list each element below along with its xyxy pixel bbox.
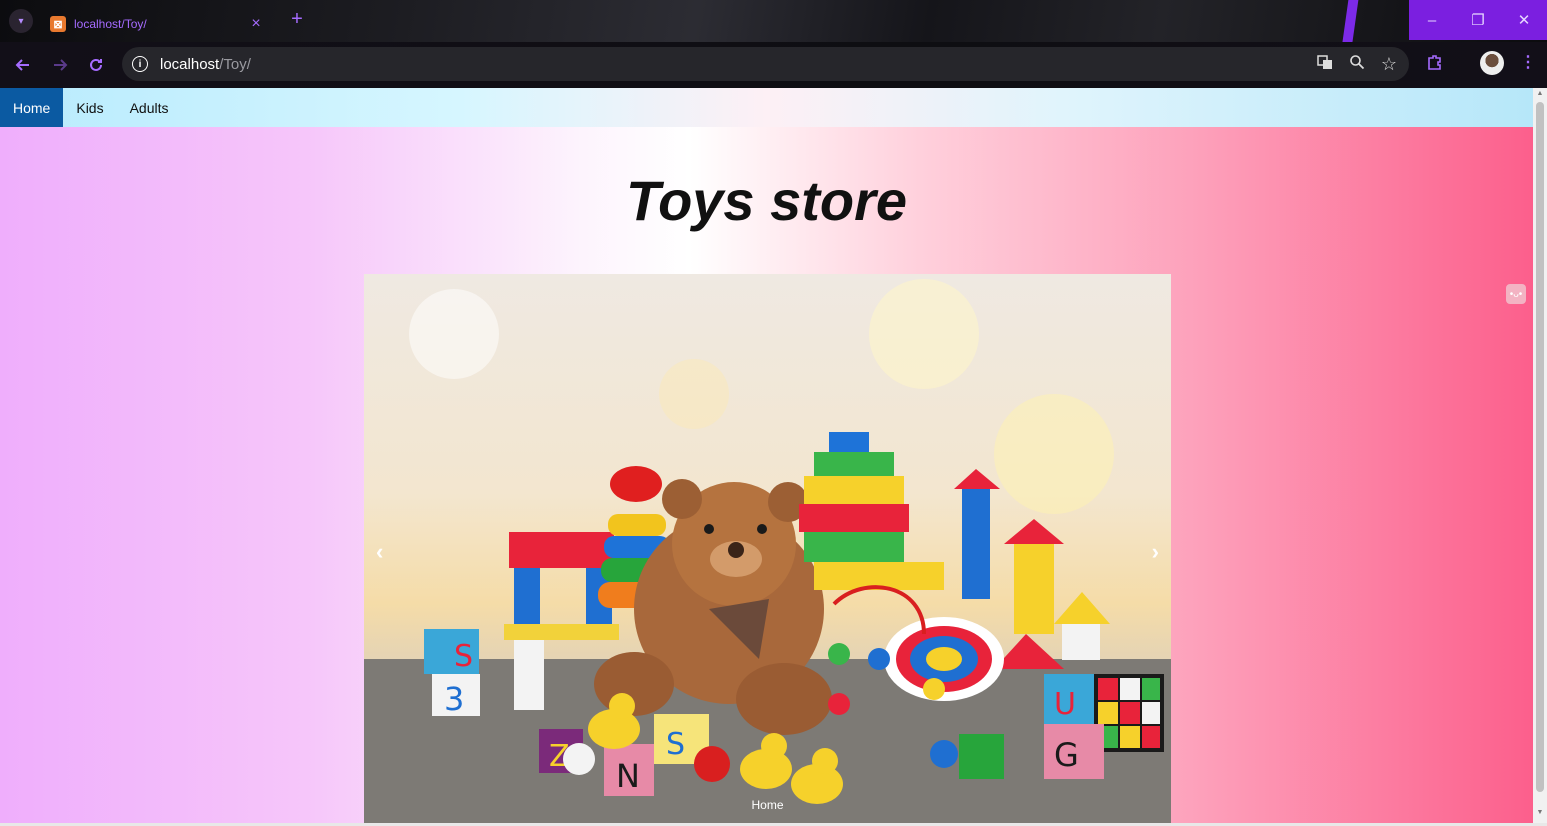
browser-tab[interactable]: ⊠ localhost/Toy/ × [40, 6, 276, 42]
vertical-scrollbar[interactable]: ▲ ▼ [1533, 88, 1547, 823]
decorative-streak [1341, 0, 1359, 42]
tab-close-icon[interactable]: × [246, 15, 266, 33]
toys-image: S 3 Z N S U G [364, 279, 1171, 823]
scroll-down-icon[interactable]: ▼ [1533, 809, 1547, 821]
svg-text:3: 3 [444, 680, 464, 718]
new-tab-button[interactable]: + [286, 8, 308, 30]
close-window-button[interactable]: ✕ [1501, 0, 1547, 40]
url-path: /Toy/ [219, 55, 251, 73]
window-controls: – ❐ ✕ [1409, 0, 1547, 40]
zoom-icon[interactable] [1347, 54, 1367, 74]
reload-icon[interactable] [84, 53, 108, 77]
image-carousel: S 3 Z N S U G ‹ › Home [364, 274, 1171, 823]
address-bar[interactable]: i localhost/Toy/ ☆ [122, 47, 1409, 81]
carousel-caption: Home [751, 798, 784, 812]
back-icon[interactable] [11, 53, 35, 77]
nav-item-home[interactable]: Home [0, 88, 64, 127]
browser-tab-strip: ▾ ⊠ localhost/Toy/ × + – ❐ ✕ [0, 0, 1547, 42]
restore-button[interactable]: ❐ [1455, 0, 1501, 40]
minimize-button[interactable]: – [1409, 0, 1455, 40]
site-navbar: Home Kids Adults [0, 88, 1533, 127]
page-viewport: Home Kids Adults Toys store S 3 Z N S U … [0, 88, 1533, 823]
menu-icon[interactable]: ⋮ [1520, 52, 1536, 72]
nav-item-kids[interactable]: Kids [63, 88, 116, 127]
svg-text:N: N [616, 757, 640, 795]
tab-search-icon[interactable]: ▾ [9, 9, 33, 33]
carousel-prev-button[interactable]: ‹ [376, 539, 383, 565]
bookmark-star-icon[interactable]: ☆ [1379, 54, 1399, 75]
carousel-next-button[interactable]: › [1152, 539, 1159, 565]
tab-title: localhost/Toy/ [74, 17, 147, 31]
site-info-icon[interactable]: i [132, 56, 148, 72]
svg-text:G: G [1054, 736, 1079, 774]
scroll-up-icon[interactable]: ▲ [1533, 90, 1547, 102]
address-bar-actions: ☆ [1315, 47, 1399, 81]
floating-widget-icon[interactable]: •ᴗ• [1506, 284, 1526, 304]
profile-avatar[interactable] [1480, 51, 1504, 75]
browser-toolbar: i localhost/Toy/ ☆ ⋮ [0, 42, 1547, 88]
nav-item-adults[interactable]: Adults [117, 88, 182, 127]
scroll-thumb[interactable] [1536, 102, 1544, 792]
favicon-icon: ⊠ [50, 16, 66, 32]
extensions-icon[interactable] [1426, 53, 1444, 76]
translate-icon[interactable] [1315, 54, 1335, 74]
url-host: localhost [160, 55, 220, 73]
svg-text:S: S [454, 639, 473, 674]
forward-icon[interactable] [48, 53, 72, 77]
url-text: localhost/Toy/ [160, 56, 251, 73]
svg-text:S: S [666, 727, 685, 762]
page-title: Toys store [625, 169, 908, 232]
svg-text:U: U [1054, 687, 1076, 722]
